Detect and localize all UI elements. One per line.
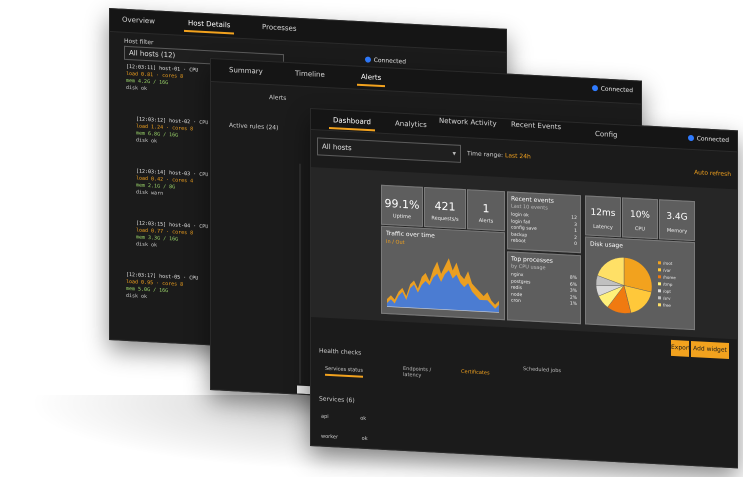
connection-status: Connected — [364, 56, 406, 66]
top-processes-panel: Top processes by CPU usage nginx 8% postgr… — [507, 251, 581, 325]
row-name: cron — [511, 298, 521, 305]
front-window: Dashboard Analytics Network Activity Rec… — [310, 108, 738, 469]
tab-overview[interactable]: Overview — [122, 16, 155, 26]
stat-value: 3.4G — [666, 211, 688, 223]
legend-label: /home — [663, 274, 676, 281]
stat-value: 421 — [434, 199, 456, 214]
stat-value: 1 — [482, 202, 490, 216]
export-button[interactable]: Export — [671, 339, 691, 357]
legend-swatch — [658, 268, 661, 272]
row-value: 0 — [574, 241, 577, 247]
tab-alerts[interactable]: Alerts — [361, 73, 381, 82]
status-text: Connected — [696, 135, 729, 144]
stat-card-uptime: 99.1% Uptime — [381, 184, 423, 227]
back-tabbar: Overview Host Details Processes — [110, 9, 506, 53]
active-rules-label: Active rules (24) — [229, 121, 279, 132]
stat-label: Requests/s — [431, 215, 459, 223]
legend-swatch — [658, 303, 661, 307]
tab-analytics[interactable]: Analytics — [395, 119, 427, 129]
events-rows: login ok 12 login fail 3 config save 1 backup 2… — [511, 213, 577, 249]
traffic-area-plot — [387, 258, 499, 313]
events-subtitle: Last 10 events — [511, 203, 548, 212]
section-title: Health checks — [319, 347, 362, 357]
legend-label: /opt — [663, 288, 671, 294]
subtab-endpoints[interactable]: Endpoints / latency — [403, 366, 443, 380]
legend-swatch — [658, 261, 661, 265]
top-rows: nginx 8% postgres 6% redis 3% node 2% cron 1% — [511, 273, 577, 309]
stat-card-alerts: 1 Alerts — [467, 189, 505, 232]
tab-processes[interactable]: Processes — [262, 23, 297, 33]
list-item[interactable]: worker ok — [321, 434, 368, 442]
events-panel: Recent events Last 10 events login ok 12 l… — [507, 191, 581, 254]
time-range-label: Time range: — [467, 150, 504, 160]
stat-card-memory: 3.4G Memory — [659, 199, 695, 242]
stat-label: Alerts — [478, 217, 494, 225]
host-select-value: All hosts — [322, 142, 352, 153]
connection-status: Connected — [687, 134, 729, 144]
alerts-header: Alerts — [269, 94, 287, 103]
tab-host-details[interactable]: Host Details — [188, 19, 230, 29]
list-item-name: worker — [321, 433, 339, 441]
list-header: Services (6) — [319, 395, 355, 405]
list-item-status: ok — [361, 435, 368, 443]
subtab-scheduled[interactable]: Scheduled jobs — [523, 366, 561, 374]
auto-refresh-link[interactable]: Auto refresh — [694, 169, 731, 178]
status-dot-icon — [364, 56, 371, 63]
chevron-down-icon: ▾ — [452, 149, 456, 158]
connection-status: Connected — [591, 85, 633, 95]
top-subtitle: by CPU usage — [511, 263, 546, 272]
legend-label: /var — [663, 267, 671, 273]
stat-label: Memory — [666, 227, 688, 235]
chart-title: Disk usage — [590, 240, 623, 250]
status-dot-icon — [687, 134, 694, 142]
traffic-chart: Traffic over time In / Out — [381, 225, 505, 321]
row-name: reboot — [511, 238, 526, 245]
list-item-name: api — [321, 413, 329, 420]
stat-label: Uptime — [392, 213, 412, 221]
tab-summary[interactable]: Summary — [229, 66, 263, 76]
disk-usage-chart: Disk usage /root/var/home/tmp/opt/srv fre… — [585, 236, 695, 331]
stat-value: 99.1% — [384, 196, 420, 212]
legend-swatch — [658, 275, 661, 279]
tab-network-activity[interactable]: Network Activity — [439, 117, 497, 128]
legend-label: /tmp — [663, 281, 673, 287]
subtab-services[interactable]: Services status — [325, 365, 364, 378]
legend-label: free — [663, 302, 671, 308]
disk-pie-plot — [595, 257, 653, 314]
stat-value: 10% — [629, 209, 650, 221]
legend-item: free — [658, 301, 676, 309]
row-value: 1% — [569, 301, 577, 307]
status-text: Connected — [600, 85, 633, 95]
tab-recent-events[interactable]: Recent Events — [511, 121, 561, 132]
stat-card-requests: 421 Requests/s — [424, 186, 466, 230]
legend-swatch — [658, 282, 661, 286]
list-item-status: ok — [360, 415, 367, 422]
tab-timeline[interactable]: Timeline — [295, 69, 325, 79]
legend-swatch — [658, 296, 661, 300]
status-text: Connected — [373, 56, 406, 66]
dialog-button[interactable] — [297, 385, 311, 395]
list-item[interactable]: api ok — [321, 414, 366, 422]
scroll-gutter[interactable] — [299, 163, 301, 384]
chart-legend: In / Out — [386, 238, 405, 246]
time-range-link[interactable]: Last 24h — [505, 152, 531, 160]
stat-label: Latency — [593, 223, 613, 231]
chart-title: Traffic over time — [386, 229, 435, 240]
legend-label: /root — [663, 260, 673, 266]
tab-dashboard[interactable]: Dashboard — [333, 116, 371, 126]
stat-value: 12ms — [590, 207, 616, 220]
pie-legend: /root/var/home/tmp/opt/srv free — [658, 259, 676, 309]
add-widget-button[interactable]: Add widget — [691, 340, 729, 359]
host-select[interactable]: All hosts ▾ — [317, 137, 461, 163]
time-range: Time range: Last 24h — [467, 150, 531, 160]
stat-label: CPU — [634, 226, 646, 233]
tab-config[interactable]: Config — [595, 130, 617, 139]
stat-card-latency: 12ms Latency — [585, 195, 621, 238]
legend-swatch — [658, 289, 661, 293]
status-dot-icon — [591, 85, 598, 92]
subtab-certificates[interactable]: Certificates — [461, 369, 490, 376]
legend-label: /srv — [663, 295, 671, 301]
stat-card-cpu: 10% CPU — [622, 197, 658, 240]
